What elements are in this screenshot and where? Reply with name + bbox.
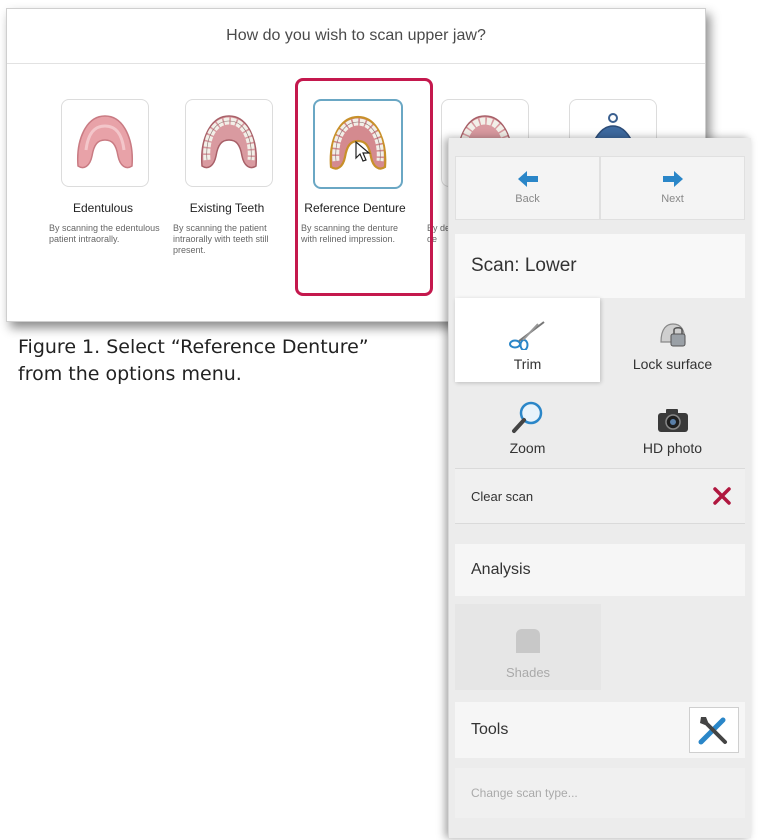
clear-scan-label: Clear scan (471, 488, 534, 504)
zoom-button[interactable]: Zoom (455, 382, 600, 466)
tools-title: Tools (471, 721, 509, 738)
figure-caption: Figure 1. Select “Reference Denture” fro… (18, 336, 369, 385)
option-edentulous[interactable]: Edentulous By scanning the edentulous pa… (39, 77, 167, 287)
scan-title: Scan: Lower (455, 234, 745, 298)
close-icon (713, 487, 731, 505)
option-name: Edentulous (72, 201, 134, 215)
scan-side-panel: Back Next Scan: Lower Trim Lock surface (448, 138, 751, 838)
tools-header: Tools (455, 702, 745, 758)
lock-surface-label: Lock surface (632, 356, 713, 372)
arrow-right-icon (662, 171, 683, 187)
next-label: Next (661, 193, 684, 205)
clear-scan-button[interactable]: Clear scan (455, 468, 745, 524)
change-scan-type-button[interactable]: Change scan type... (455, 768, 745, 818)
option-description: By scanning the patient intraorally with… (173, 223, 269, 255)
shades-label: Shades (505, 665, 551, 680)
option-description: By scanning the edentulous patient intra… (49, 223, 160, 244)
back-label: Back (515, 193, 540, 205)
camera-icon (657, 409, 688, 432)
hd-photo-label: HD photo (642, 440, 703, 456)
lock-tooth-icon (659, 323, 686, 347)
wrench-screwdriver-icon (698, 717, 727, 745)
edentulous-jaw-icon (61, 99, 149, 187)
scan-tools-grid: Trim Lock surface Zoom HD photo (455, 298, 745, 466)
zoom-label: Zoom (509, 440, 546, 456)
navigation-bar: Back Next (455, 156, 745, 220)
arrow-left-icon (517, 171, 538, 187)
lock-surface-button[interactable]: Lock surface (600, 298, 745, 382)
tools-button[interactable] (689, 707, 739, 753)
dialog-title: How do you wish to scan upper jaw? (7, 9, 705, 64)
option-name: Existing Teeth (189, 201, 265, 215)
shades-button[interactable]: Shades (455, 604, 601, 690)
analysis-title: Analysis (455, 544, 745, 596)
option-existing-teeth[interactable]: Existing Teeth By scanning the patient i… (163, 77, 291, 287)
existing-teeth-jaw-icon (185, 99, 273, 187)
trim-label: Trim (513, 356, 542, 372)
scissors-icon (508, 321, 545, 350)
selection-highlight (295, 78, 433, 296)
back-button[interactable]: Back (455, 156, 600, 220)
hd-photo-button[interactable]: HD photo (600, 382, 745, 466)
next-button[interactable]: Next (600, 156, 745, 220)
magnifier-icon (511, 401, 542, 433)
trim-button[interactable]: Trim (455, 298, 600, 382)
tooth-icon (516, 629, 540, 653)
